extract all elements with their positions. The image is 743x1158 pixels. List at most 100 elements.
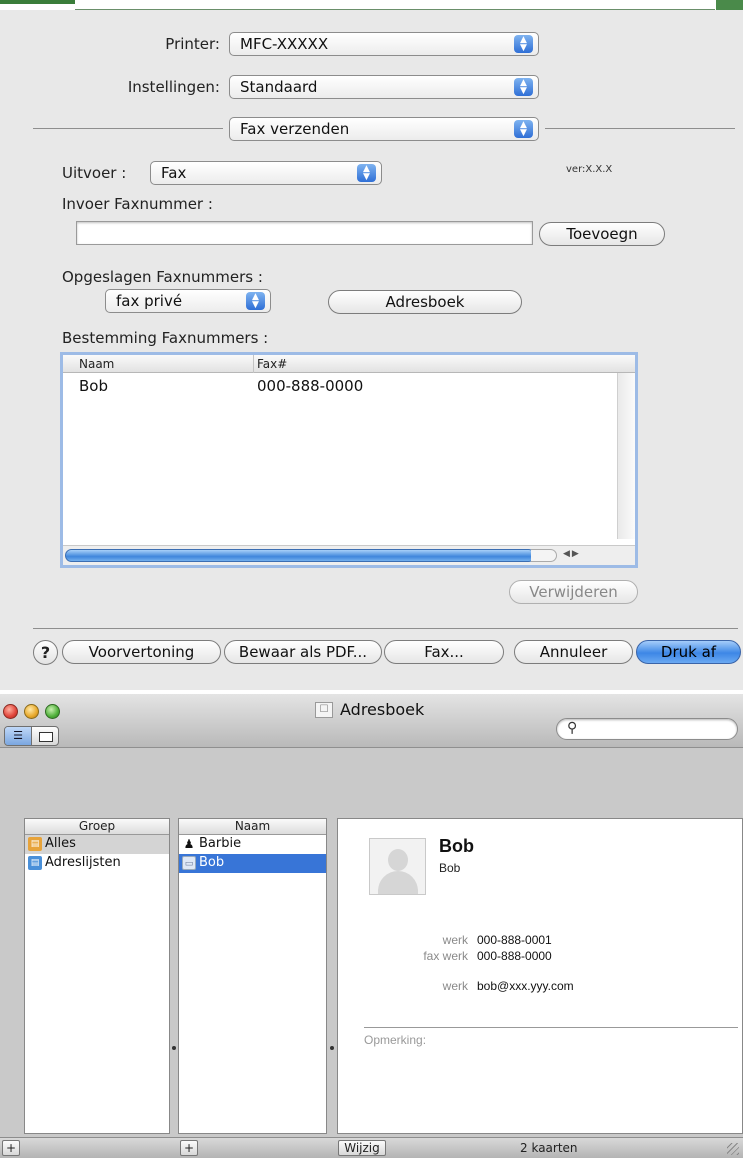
print-dialog: Printer: MFC-XXXXX ▲ ▼ Instellingen: Stan…: [0, 0, 743, 690]
table-row[interactable]: Bob 000-888-0000: [63, 377, 603, 397]
contact-card: Bob Bob werk 000-888-0001 fax werk 000-8…: [337, 818, 743, 1134]
avatar-head: [388, 849, 408, 871]
bottom-bar: + + Wijzig 2 kaarten: [0, 1137, 743, 1158]
settings-label: Instellingen:: [127, 78, 220, 96]
resize-grip-icon[interactable]: [727, 1143, 739, 1155]
person-icon: ♟: [183, 837, 195, 851]
add-person-button[interactable]: +: [180, 1140, 198, 1156]
title-bar[interactable]: ☐ Adresboek ☰ ⚲: [0, 694, 743, 748]
name-item-label: Barbie: [199, 836, 242, 851]
address-book-window: ☐ Adresboek ☰ ⚲ Groep ▤ Alles ▤ Adreslij…: [0, 694, 743, 1158]
add-group-button[interactable]: +: [2, 1140, 20, 1156]
contact-name: Bob: [439, 836, 474, 856]
footer-separator: [33, 628, 738, 629]
name-item-bob[interactable]: ▭ Bob: [179, 854, 326, 873]
popup-arrows-icon: ▲ ▼: [514, 35, 533, 53]
separator-left: [33, 128, 223, 129]
print-button[interactable]: Druk af: [636, 640, 741, 664]
green-accent-right: [716, 0, 743, 10]
contact-photo-placeholder-icon[interactable]: [369, 838, 426, 895]
scroll-track-end: [531, 549, 557, 562]
cell-name: Bob: [79, 377, 108, 395]
avatar-body: [378, 871, 418, 894]
vertical-scrollbar[interactable]: [617, 373, 635, 539]
address-book-app-icon: ☐: [315, 702, 333, 718]
popup-arrows-icon: ▲ ▼: [514, 78, 533, 96]
name-item-barbie[interactable]: ♟ Barbie: [179, 835, 326, 854]
card-count: 2 kaarten: [520, 1141, 578, 1155]
settings-popup[interactable]: Standaard ▲ ▼: [229, 75, 539, 99]
name-item-label: Bob: [199, 855, 225, 870]
fax-button[interactable]: Fax...: [384, 640, 504, 664]
input-fax-label: Invoer Faxnummer :: [62, 195, 213, 213]
saved-numbers-popup[interactable]: fax privé ▲ ▼: [105, 289, 271, 313]
groups-column[interactable]: Groep ▤ Alles ▤ Adreslijsten: [24, 818, 170, 1134]
top-strip: [0, 0, 743, 10]
vcard-icon: ▭: [182, 856, 196, 870]
search-field[interactable]: ⚲: [556, 718, 738, 740]
column-header-fax[interactable]: Fax#: [257, 357, 287, 371]
group-item-adreslijsten[interactable]: ▤ Adreslijsten: [25, 854, 169, 873]
output-popup-value: Fax: [161, 164, 187, 182]
printer-popup[interactable]: MFC-XXXXX ▲ ▼: [229, 32, 539, 56]
names-column[interactable]: Naam ♟ Barbie ▭ Bob: [178, 818, 327, 1134]
note-separator: [364, 1027, 738, 1028]
edit-button[interactable]: Wijzig: [338, 1140, 386, 1156]
splitter-handle[interactable]: [330, 1046, 334, 1050]
destination-label: Bestemming Faxnummers :: [62, 329, 269, 347]
scroll-arrows-icon[interactable]: ◀▶: [563, 549, 581, 559]
groups-header: Groep: [25, 819, 169, 835]
work-email[interactable]: bob@xxx.yyy.com: [477, 979, 574, 993]
close-window-icon[interactable]: [3, 704, 18, 719]
field-label: werk: [442, 933, 468, 947]
printer-label: Printer:: [165, 35, 220, 53]
group-item-alles[interactable]: ▤ Alles: [25, 835, 169, 854]
view-toggle[interactable]: ☰: [4, 726, 59, 746]
cell-fax: 000-888-0000: [257, 377, 364, 395]
contact-subtitle: Bob: [439, 861, 461, 875]
work-phone[interactable]: 000-888-0001: [477, 933, 552, 947]
splitter-handle[interactable]: [172, 1046, 176, 1050]
output-popup[interactable]: Fax ▲ ▼: [150, 161, 382, 185]
popup-arrows-icon: ▲ ▼: [246, 292, 265, 310]
work-fax[interactable]: 000-888-0000: [477, 949, 552, 963]
fax-number-input[interactable]: [76, 221, 533, 245]
field-label: fax werk: [423, 949, 468, 963]
delete-button[interactable]: Verwijderen: [509, 580, 638, 604]
zoom-window-icon[interactable]: [45, 704, 60, 719]
cancel-button[interactable]: Annuleer: [514, 640, 633, 664]
group-item-label: Adreslijsten: [45, 855, 121, 870]
table-header: Naam Fax#: [63, 355, 635, 373]
minimize-window-icon[interactable]: [24, 704, 39, 719]
window-title: Adresboek: [340, 700, 425, 719]
top-rule: [75, 9, 715, 10]
column-header-name[interactable]: Naam: [79, 357, 114, 371]
names-header: Naam: [179, 819, 326, 835]
column-divider: [253, 355, 254, 373]
destination-table[interactable]: Naam Fax# Bob 000-888-0000 ◀▶: [60, 352, 638, 568]
address-book-button[interactable]: Adresboek: [328, 290, 522, 314]
output-label: Uitvoer :: [62, 164, 127, 182]
popup-arrows-icon: ▲ ▼: [514, 120, 533, 138]
preview-button[interactable]: Voorvertoning: [62, 640, 221, 664]
column-view-icon[interactable]: ☰: [5, 727, 32, 745]
printer-popup-value: MFC-XXXXX: [240, 35, 329, 53]
note-label[interactable]: Opmerking:: [364, 1033, 426, 1047]
separator-right: [545, 128, 735, 129]
field-label: werk: [442, 979, 468, 993]
panel-popup[interactable]: Fax verzenden ▲ ▼: [229, 117, 539, 141]
saved-numbers-popup-value: fax privé: [116, 292, 183, 310]
settings-popup-value: Standaard: [240, 78, 318, 96]
panel-popup-value: Fax verzenden: [240, 120, 350, 138]
horizontal-scrollbar[interactable]: ◀▶: [63, 545, 635, 565]
horizontal-scroll-thumb[interactable]: [65, 549, 535, 562]
help-button[interactable]: ?: [33, 640, 58, 665]
directory-group-icon: ▤: [28, 856, 42, 870]
popup-arrows-icon: ▲ ▼: [357, 164, 376, 182]
saved-numbers-label: Opgeslagen Faxnummers :: [62, 268, 263, 286]
save-pdf-button[interactable]: Bewaar als PDF...: [224, 640, 382, 664]
version-label: ver:X.X.X: [566, 164, 613, 175]
green-accent-left: [0, 0, 75, 4]
add-button[interactable]: Toevoegn: [539, 222, 665, 246]
card-view-icon[interactable]: [33, 727, 59, 745]
